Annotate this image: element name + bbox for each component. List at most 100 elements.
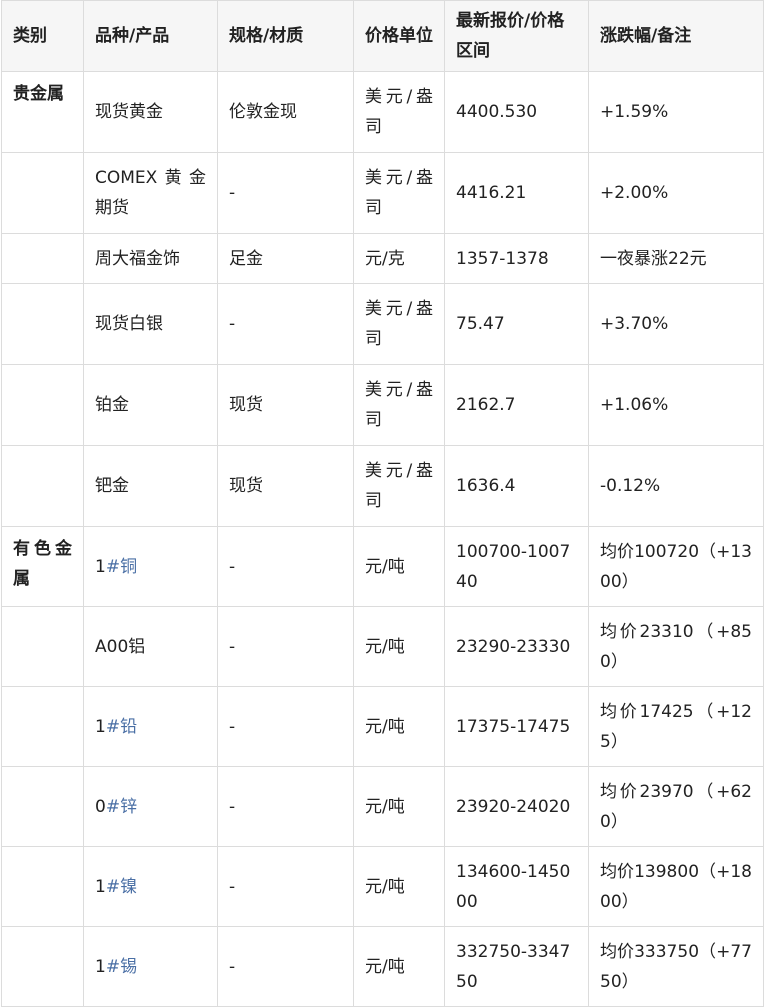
category-cell — [1, 364, 84, 446]
table-row: 0#锌 - 元/吨 23920-24020 均价23970（+620） — [1, 766, 764, 847]
change-cell: 一夜暴涨22元 — [588, 233, 764, 284]
change-cell: +3.70% — [588, 283, 764, 365]
header-unit: 价格单位 — [353, 0, 445, 72]
price-cell: 75.47 — [444, 283, 589, 365]
product-prefix: 1 — [95, 956, 106, 977]
table-row: 贵金属 现货黄金 伦敦金现 美元/盎司 4400.530 +1.59% — [1, 71, 764, 153]
change-cell: 均价23970（+620） — [588, 766, 764, 847]
spec-cell: - — [217, 283, 354, 365]
product-name: 周大福金饰 — [95, 248, 180, 269]
product-cell: 周大福金饰 — [83, 233, 218, 284]
price-cell: 17375-17475 — [444, 686, 589, 767]
unit-cell: 元/吨 — [353, 526, 445, 607]
unit-cell: 元/吨 — [353, 606, 445, 687]
spec-cell: 足金 — [217, 233, 354, 284]
category-cell — [1, 686, 84, 767]
product-name: COMEX黄金期货 — [95, 168, 206, 218]
product-name: A00铝 — [95, 636, 146, 657]
table-row: 有色金属 1#铜 - 元/吨 100700-100740 均价100720（+1… — [1, 526, 764, 607]
product-link[interactable]: #锡 — [106, 957, 137, 977]
product-link[interactable]: #锌 — [106, 797, 137, 817]
spec-cell: 现货 — [217, 445, 354, 527]
change-cell: 均价100720（+1300） — [588, 526, 764, 607]
category-cell — [1, 283, 84, 365]
change-cell: -0.12% — [588, 445, 764, 527]
category-cell: 贵金属 — [1, 71, 84, 153]
table-row: 1#镍 - 元/吨 134600-145000 均价139800（+1800） — [1, 846, 764, 927]
change-cell: 均价139800（+1800） — [588, 846, 764, 927]
category-cell — [1, 926, 84, 1007]
price-cell: 2162.7 — [444, 364, 589, 446]
unit-cell: 元/吨 — [353, 686, 445, 767]
spec-cell: - — [217, 926, 354, 1007]
change-cell: +1.59% — [588, 71, 764, 153]
change-cell: +1.06% — [588, 364, 764, 446]
table-header-row: 类别 品种/产品 规格/材质 价格单位 最新报价/价格区间 涨跌幅/备注 — [1, 0, 764, 72]
product-link[interactable]: #铜 — [106, 557, 137, 577]
unit-cell: 元/吨 — [353, 926, 445, 1007]
unit-cell: 美元/盎司 — [353, 283, 445, 365]
price-cell: 4416.21 — [444, 152, 589, 234]
change-cell: 均价23310（+850） — [588, 606, 764, 687]
metal-price-table: 类别 品种/产品 规格/材质 价格单位 最新报价/价格区间 涨跌幅/备注 贵金属… — [1, 0, 764, 1007]
header-change: 涨跌幅/备注 — [588, 0, 764, 72]
product-name: 现货黄金 — [95, 102, 163, 122]
price-cell: 1636.4 — [444, 445, 589, 527]
change-cell: 均价333750（+7750） — [588, 926, 764, 1007]
spec-cell: - — [217, 152, 354, 234]
product-name: 现货白银 — [95, 314, 163, 334]
header-price: 最新报价/价格区间 — [444, 0, 589, 72]
price-cell: 23290-23330 — [444, 606, 589, 687]
unit-cell: 元/吨 — [353, 766, 445, 847]
product-link[interactable]: #铅 — [106, 717, 137, 737]
product-cell: 铂金 — [83, 364, 218, 446]
spec-cell: - — [217, 766, 354, 847]
change-cell: +2.00% — [588, 152, 764, 234]
product-cell: 现货黄金 — [83, 71, 218, 153]
product-cell: 1#铅 — [83, 686, 218, 767]
price-cell: 4400.530 — [444, 71, 589, 153]
product-cell: A00铝 — [83, 606, 218, 687]
product-prefix: 1 — [95, 556, 106, 577]
unit-cell: 元/吨 — [353, 846, 445, 927]
price-cell: 100700-100740 — [444, 526, 589, 607]
product-cell: 0#锌 — [83, 766, 218, 847]
table-row: COMEX黄金期货 - 美元/盎司 4416.21 +2.00% — [1, 152, 764, 234]
spec-cell: - — [217, 686, 354, 767]
table-row: 现货白银 - 美元/盎司 75.47 +3.70% — [1, 283, 764, 365]
table-row: 1#铅 - 元/吨 17375-17475 均价17425（+125） — [1, 686, 764, 767]
spec-cell: - — [217, 846, 354, 927]
product-prefix: 1 — [95, 716, 106, 737]
product-link[interactable]: #镍 — [106, 877, 137, 897]
unit-cell: 元/克 — [353, 233, 445, 284]
table-row: 铂金 现货 美元/盎司 2162.7 +1.06% — [1, 364, 764, 446]
product-prefix: 0 — [95, 796, 106, 817]
product-cell: 钯金 — [83, 445, 218, 527]
product-cell: 1#锡 — [83, 926, 218, 1007]
category-cell: 有色金属 — [1, 526, 84, 607]
unit-cell: 美元/盎司 — [353, 152, 445, 234]
header-category: 类别 — [1, 0, 84, 72]
product-cell: 1#铜 — [83, 526, 218, 607]
unit-cell: 美元/盎司 — [353, 364, 445, 446]
table-row: A00铝 - 元/吨 23290-23330 均价23310（+850） — [1, 606, 764, 687]
table-row: 钯金 现货 美元/盎司 1636.4 -0.12% — [1, 445, 764, 527]
product-name: 钯金 — [95, 476, 129, 496]
product-cell: 现货白银 — [83, 283, 218, 365]
table-row: 周大福金饰 足金 元/克 1357-1378 一夜暴涨22元 — [1, 233, 764, 284]
spec-cell: 伦敦金现 — [217, 71, 354, 153]
category-cell — [1, 152, 84, 234]
price-cell: 23920-24020 — [444, 766, 589, 847]
unit-cell: 美元/盎司 — [353, 71, 445, 153]
product-prefix: 1 — [95, 876, 106, 897]
unit-cell: 美元/盎司 — [353, 445, 445, 527]
price-cell: 1357-1378 — [444, 233, 589, 284]
product-cell: 1#镍 — [83, 846, 218, 927]
spec-cell: - — [217, 606, 354, 687]
category-cell — [1, 846, 84, 927]
category-cell — [1, 606, 84, 687]
product-name: 铂金 — [95, 395, 129, 415]
table-row: 1#锡 - 元/吨 332750-334750 均价333750（+7750） — [1, 926, 764, 1007]
category-cell — [1, 445, 84, 527]
price-cell: 332750-334750 — [444, 926, 589, 1007]
